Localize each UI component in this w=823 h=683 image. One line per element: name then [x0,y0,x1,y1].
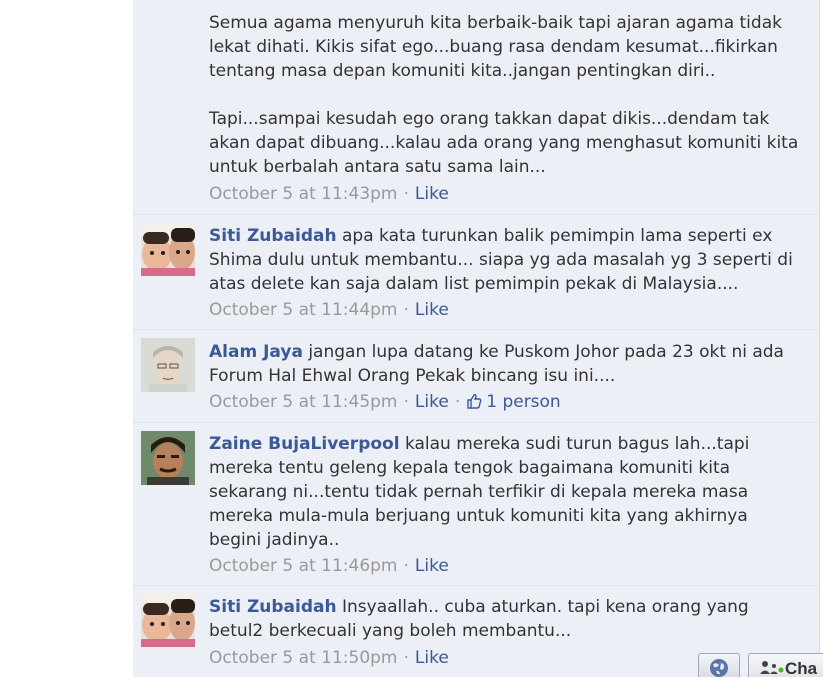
comment-feed: Semua agama menyuruh kita berbaik-baik t… [133,0,819,677]
like-link[interactable]: Like [415,184,449,204]
likes-count-link[interactable]: 1 person [466,392,561,412]
like-link[interactable]: Like [415,648,449,668]
chat-tab[interactable]: Cha [748,653,823,678]
like-link[interactable]: Like [415,300,449,320]
comment-author[interactable]: Alam Jaya [209,342,303,362]
comment-meta: October 5 at 11:43pm · Like [209,184,449,204]
comment-timestamp[interactable]: October 5 at 11:45pm [209,392,398,412]
comment-text: Siti Zubaidah Insyaallah.. cuba aturkan.… [209,597,755,641]
chat-people-icon [760,661,784,674]
comment-timestamp[interactable]: October 5 at 11:44pm [209,300,398,320]
comment-timestamp[interactable]: October 5 at 11:43pm [209,184,398,204]
chat-bar: Cha [698,653,823,678]
comment-meta: October 5 at 11:50pm · Like [209,648,449,668]
comment-meta: October 5 at 11:46pm · Like [209,556,449,576]
avatar[interactable] [141,593,195,647]
comment-author[interactable]: Siti Zubaidah [209,597,337,617]
like-link[interactable]: Like [415,392,449,412]
like-link[interactable]: Like [415,556,449,576]
chat-label: Cha [785,659,818,678]
globe-icon [710,659,728,677]
comment-timestamp[interactable]: October 5 at 11:46pm [209,556,398,576]
page-divider [819,0,820,677]
comment-timestamp[interactable]: October 5 at 11:50pm [209,648,398,668]
comment-text: Semua agama menyuruh kita berbaik-baik t… [209,13,799,177]
notifications-globe-button[interactable] [698,653,740,677]
comment-author[interactable]: Siti Zubaidah [209,226,337,246]
avatar[interactable] [141,338,195,392]
thumbs-up-icon [466,392,482,409]
comment-item: Alam Jaya jangan lupa datang ke Puskom J… [133,330,819,422]
comment-item: Siti Zubaidah apa kata turunkan balik pe… [133,215,819,329]
avatar[interactable] [141,431,195,485]
comment-item: Zaine BujaLiverpool kalau mereka sudi tu… [133,423,819,585]
avatar[interactable] [141,222,195,276]
comment-meta: October 5 at 11:45pm · Like · 1 person [209,392,561,412]
comment-text: Zaine BujaLiverpool kalau mereka sudi tu… [209,434,755,550]
comment-author[interactable]: Zaine BujaLiverpool [209,434,400,454]
comment-item: Semua agama menyuruh kita berbaik-baik t… [133,0,819,214]
comment-meta: October 5 at 11:44pm · Like [209,300,449,320]
comment-text: Siti Zubaidah apa kata turunkan balik pe… [209,226,799,294]
comment-text: Alam Jaya jangan lupa datang ke Puskom J… [209,342,790,386]
